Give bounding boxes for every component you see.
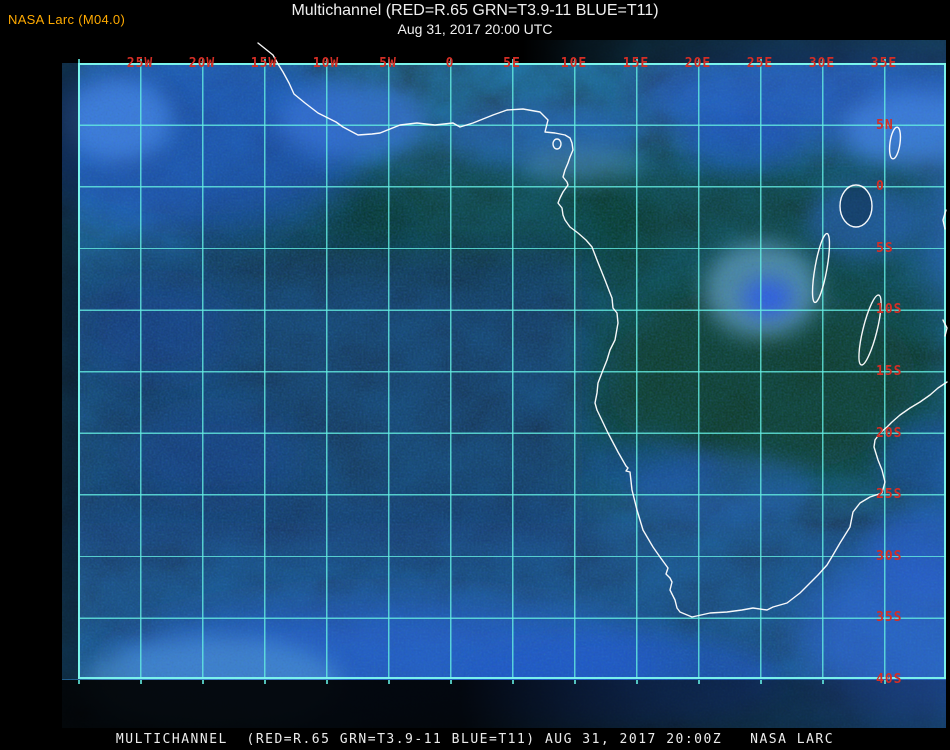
page-title: Multichannel (RED=R.65 GRN=T3.9-11 BLUE=… <box>291 2 659 19</box>
satellite-image: 25W 20W 15W 10W 5W 0 5E 10E 15E 20E 25E 30E 35E 5N 0 5… <box>62 40 948 728</box>
footer-caption: MULTICHANNEL (RED=R.65 GRN=T3.9-11 BLUE=… <box>115 732 835 747</box>
page-subtitle: Aug 31, 2017 20:00 UTC <box>397 21 553 37</box>
satellite-product-page: { "header": { "credit": "NASA Larc (M04.… <box>0 0 950 750</box>
coastline-overlay <box>257 42 948 618</box>
